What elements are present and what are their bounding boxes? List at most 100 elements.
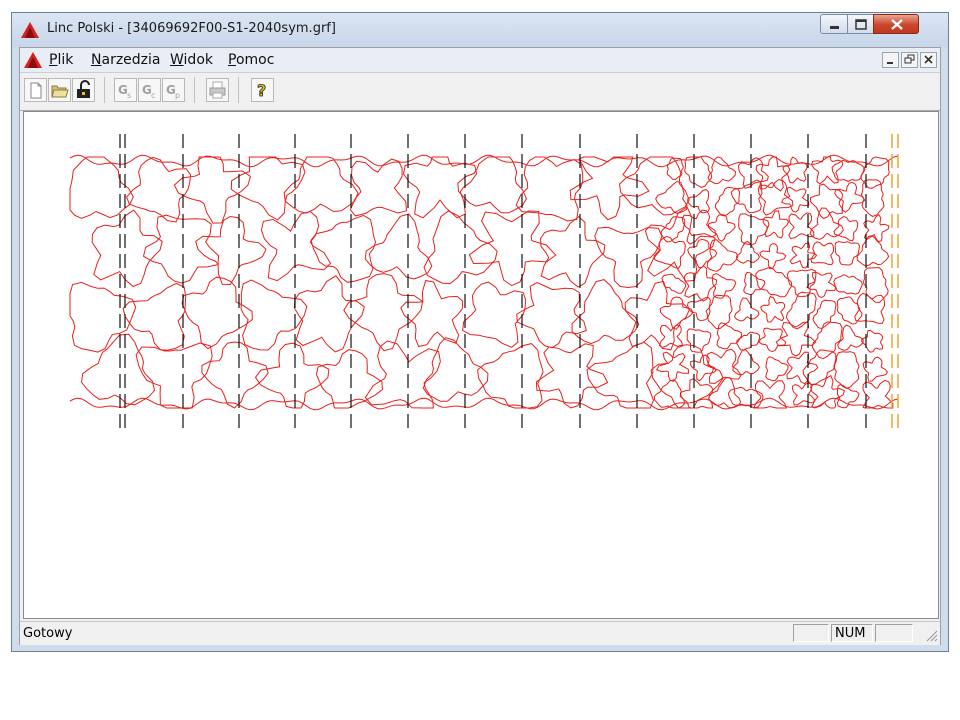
part-outline <box>834 241 861 266</box>
part-outline <box>142 214 220 284</box>
generate-c-button[interactable]: G c <box>138 78 161 102</box>
print-icon <box>209 81 226 99</box>
svg-text:p: p <box>175 91 180 100</box>
part-outline <box>195 215 267 286</box>
title-bar[interactable]: Linc Polski - [34069692F00-S1-2040sym.gr… <box>12 13 948 47</box>
part-outline <box>834 181 866 213</box>
edge-strip-top <box>69 154 899 168</box>
doc-minimize-button[interactable] <box>882 52 899 68</box>
app-window: Linc Polski - [34069692F00-S1-2040sym.gr… <box>11 12 949 652</box>
doc-close-button[interactable] <box>920 52 937 68</box>
menu-narzedzia[interactable]: Narzedzia <box>91 52 161 68</box>
part-outline <box>736 240 760 264</box>
part-outline <box>862 267 889 303</box>
new-file-icon <box>30 82 42 99</box>
part-outline <box>586 341 655 409</box>
document-logo-icon[interactable] <box>24 52 42 68</box>
status-bar: Gotowy NUM <box>20 621 940 645</box>
part-outline <box>812 299 837 330</box>
part-outline <box>181 276 253 350</box>
part-outline <box>658 324 684 349</box>
maximize-icon <box>855 19 867 30</box>
generate-p-button[interactable]: G p <box>162 78 185 102</box>
part-outline <box>660 216 686 243</box>
part-outline <box>91 209 163 288</box>
status-text: Gotowy <box>23 626 73 641</box>
menu-pomoc[interactable]: Pomoc <box>228 52 274 68</box>
resize-grip-icon[interactable] <box>924 628 938 642</box>
part-outline <box>706 239 739 272</box>
window-title: Linc Polski - [34069692F00-S1-2040sym.gr… <box>47 21 336 36</box>
part-outline <box>736 331 761 351</box>
menu-widok[interactable]: Widok <box>170 52 213 68</box>
part-outline <box>730 179 763 214</box>
part-outline <box>707 156 736 185</box>
part-outline <box>260 210 332 282</box>
client-area: Plik Narzedzia Widok Pomoc G s G c G p ?… <box>19 47 941 645</box>
part-outline <box>571 279 640 345</box>
open-folder-icon <box>51 85 69 98</box>
part-outline <box>650 344 724 409</box>
generate-s-button[interactable]: G s <box>114 78 137 102</box>
part-outline <box>310 214 377 283</box>
part-outline <box>860 179 885 217</box>
open-button[interactable] <box>48 78 71 102</box>
generate-c-icon: G c <box>142 83 155 100</box>
unlock-button[interactable] <box>72 78 95 102</box>
restore-icon <box>904 54 915 64</box>
help-button[interactable]: ? <box>251 78 274 102</box>
part-outline <box>786 351 819 385</box>
status-pane-num: NUM <box>831 624 873 642</box>
part-outline <box>683 265 718 302</box>
drawing-canvas[interactable] <box>23 111 939 619</box>
part-outline <box>833 274 863 295</box>
part-outline <box>400 279 464 348</box>
help-icon: ? <box>257 81 267 101</box>
menu-bar: Plik Narzedzia Widok Pomoc <box>20 48 940 73</box>
part-outline <box>758 327 787 353</box>
toolbar: G s G c G p ? <box>20 73 940 111</box>
part-outline <box>80 333 156 406</box>
status-pane-empty <box>793 624 829 642</box>
menu-plik[interactable]: Plik <box>49 52 73 68</box>
part-outline <box>765 356 789 382</box>
doc-restore-button[interactable] <box>901 52 918 68</box>
part-outline <box>343 273 424 352</box>
part-outline <box>862 356 889 382</box>
part-outline <box>230 156 306 221</box>
part-outline <box>810 241 834 266</box>
unlock-icon <box>77 80 90 98</box>
part-outline <box>681 209 717 245</box>
part-outline <box>782 156 808 184</box>
part-outline <box>516 282 587 349</box>
minimize-button[interactable] <box>820 14 848 34</box>
part-outline <box>759 243 787 270</box>
part-outline <box>734 297 760 322</box>
part-outline <box>349 158 408 217</box>
part-outline <box>743 271 766 296</box>
print-button[interactable] <box>206 78 229 102</box>
new-button[interactable] <box>24 78 47 102</box>
nesting-drawing <box>69 134 899 434</box>
part-outline <box>364 213 433 280</box>
part-outline <box>732 349 760 376</box>
svg-text:c: c <box>151 91 155 100</box>
part-outline <box>856 235 890 267</box>
part-outline <box>860 156 890 189</box>
part-outline <box>69 156 134 219</box>
close-button[interactable] <box>873 14 919 34</box>
minimize-icon <box>887 62 893 64</box>
toolbar-separator <box>104 77 105 103</box>
part-outline <box>462 281 527 348</box>
toolbar-separator <box>238 77 239 103</box>
part-outline <box>240 279 308 351</box>
part-outline <box>789 241 818 269</box>
generate-p-icon: G p <box>166 83 180 100</box>
part-outline <box>810 374 846 409</box>
part-outline <box>788 212 815 240</box>
close-icon <box>891 19 903 30</box>
part-outline <box>687 238 718 269</box>
part-outline <box>760 295 786 323</box>
svg-text:s: s <box>127 91 131 100</box>
maximize-button[interactable] <box>847 14 874 34</box>
